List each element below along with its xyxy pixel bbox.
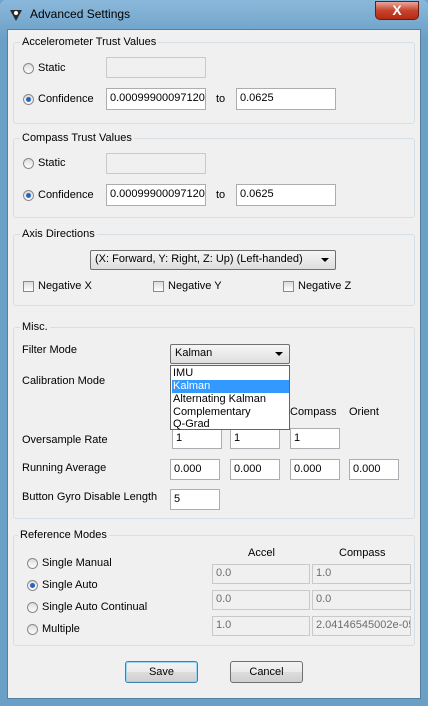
filter-option-kalman[interactable]: Kalman — [172, 380, 289, 393]
negative-z-checkbox[interactable] — [283, 281, 294, 292]
filter-mode-label: Filter Mode — [22, 344, 78, 356]
running-average-label: Running Average — [22, 462, 107, 474]
accel-static-radio[interactable] — [23, 63, 34, 74]
negative-y-checkbox[interactable] — [153, 281, 164, 292]
compass-confidence-to-input[interactable]: 0.0625 — [236, 184, 336, 206]
ref-single-auto-continual-label: Single Auto Continual — [42, 601, 148, 613]
axis-direction-value: (X: Forward, Y: Right, Z: Up) (Left-hand… — [95, 253, 303, 265]
compass-confidence-from-input[interactable]: 0.00099900097120 — [106, 184, 206, 206]
ref-single-manual-label: Single Manual — [42, 557, 112, 569]
accel-confidence-radio[interactable] — [23, 94, 34, 105]
misc-title: Misc. — [20, 321, 50, 333]
app-icon — [10, 10, 22, 21]
cancel-button[interactable]: Cancel — [230, 661, 303, 683]
axis-directions-group — [13, 234, 415, 306]
negative-x-label: Negative X — [38, 280, 92, 292]
ref-single-auto-label: Single Auto — [42, 579, 98, 591]
accel-confidence-from-input[interactable]: 0.00099900097120 — [106, 88, 206, 110]
negative-y-label: Negative Y — [168, 280, 222, 292]
ref-row3-compass-input: 2.04146545002e-05 — [312, 616, 411, 636]
filter-option-alternating-kalman[interactable]: Alternating Kalman — [172, 393, 289, 406]
column-header-orient: Orient — [349, 406, 379, 418]
accel-to-label: to — [216, 93, 226, 105]
ref-single-auto-continual-radio[interactable] — [27, 602, 38, 613]
accel-confidence-to-input[interactable]: 0.0625 — [236, 88, 336, 110]
compass-static-input — [106, 153, 206, 174]
save-button[interactable]: Save — [125, 661, 198, 683]
oversample-compass-input[interactable]: 1 — [290, 428, 340, 449]
chevron-down-icon — [321, 258, 329, 262]
compass-static-label: Static — [38, 157, 66, 169]
filter-mode-dropdown: IMU Kalman Alternating Kalman Complement… — [170, 365, 290, 430]
running-average-accel-input[interactable]: 0.000 — [170, 459, 220, 480]
ref-multiple-radio[interactable] — [27, 624, 38, 635]
close-button[interactable]: X — [375, 1, 419, 20]
accel-trust-group — [13, 42, 415, 124]
axis-direction-select[interactable]: (X: Forward, Y: Right, Z: Up) (Left-hand… — [90, 250, 336, 270]
calibration-mode-label: Calibration Mode — [22, 375, 106, 387]
negative-z-label: Negative Z — [298, 280, 352, 292]
chevron-down-icon — [275, 352, 283, 356]
ref-single-manual-radio[interactable] — [27, 558, 38, 569]
oversample-gyro-input[interactable]: 1 — [230, 428, 280, 449]
compass-trust-title: Compass Trust Values — [20, 132, 134, 144]
ref-single-auto-radio[interactable] — [27, 580, 38, 591]
running-average-compass-input[interactable]: 0.000 — [290, 459, 340, 480]
window-title: Advanced Settings — [30, 7, 131, 21]
title-bar[interactable]: Advanced Settings X — [0, 0, 428, 30]
ref-row3-accel-input: 1.0 — [212, 616, 310, 636]
ref-multiple-label: Multiple — [42, 623, 80, 635]
ref-row2-compass-input: 0.0 — [312, 590, 411, 610]
ref-row2-accel-input: 0.0 — [212, 590, 310, 610]
gyro-disable-length-label: Button Gyro Disable Length — [22, 491, 158, 503]
compass-trust-group — [13, 138, 415, 218]
filter-mode-value: Kalman — [175, 347, 213, 359]
column-header-compass: Compass — [290, 406, 337, 418]
oversample-accel-input[interactable]: 1 — [172, 428, 222, 449]
ref-row1-accel-input: 0.0 — [212, 564, 310, 584]
negative-x-checkbox[interactable] — [23, 281, 34, 292]
filter-option-q-grad[interactable]: Q-Grad — [172, 418, 289, 431]
accel-confidence-label: Confidence — [38, 93, 94, 105]
accel-static-input — [106, 57, 206, 78]
compass-to-label: to — [216, 189, 226, 201]
gyro-disable-length-input[interactable]: 5 — [170, 489, 220, 510]
filter-mode-select[interactable]: Kalman — [170, 344, 290, 364]
accel-static-label: Static — [38, 62, 66, 74]
ref-column-header-compass: Compass — [339, 547, 386, 559]
accel-trust-title: Accelerometer Trust Values — [20, 36, 159, 48]
compass-confidence-radio[interactable] — [23, 190, 34, 201]
compass-static-radio[interactable] — [23, 158, 34, 169]
ref-column-header-accel: Accel — [248, 547, 275, 559]
compass-confidence-label: Confidence — [38, 189, 94, 201]
running-average-orient-input[interactable]: 0.000 — [349, 459, 399, 480]
ref-row1-compass-input: 1.0 — [312, 564, 411, 584]
running-average-gyro-input[interactable]: 0.000 — [230, 459, 280, 480]
reference-modes-title: Reference Modes — [18, 529, 109, 541]
filter-option-imu[interactable]: IMU — [172, 367, 289, 380]
oversample-rate-label: Oversample Rate — [22, 434, 108, 446]
axis-directions-title: Axis Directions — [20, 228, 97, 240]
